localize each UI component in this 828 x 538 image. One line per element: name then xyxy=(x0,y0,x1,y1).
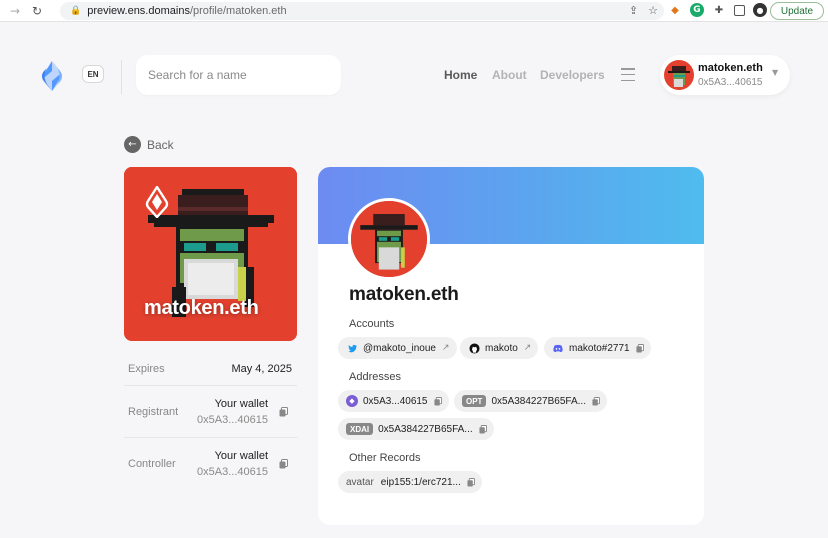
address-chip-xdai[interactable]: XDAI 0x5A384227B65FA... xyxy=(338,418,494,440)
address-chip-eth[interactable]: ◆ 0x5A3...40615 xyxy=(338,390,449,412)
account-chip-twitter[interactable]: @makoto_inoue ↗ xyxy=(338,337,457,359)
browser-toolbar: ← → ↻ 🔒 preview.ens.domains/profile/mato… xyxy=(0,0,828,150)
discord-icon xyxy=(552,342,564,354)
name-nft-card: matoken.eth xyxy=(124,167,297,341)
other-records-title: Other Records xyxy=(349,452,421,464)
controller-address: 0x5A3...40615 xyxy=(197,466,268,478)
copy-icon xyxy=(479,424,487,433)
browser-update-button[interactable]: Update xyxy=(770,2,824,20)
search-input[interactable] xyxy=(136,55,341,95)
controller-label: Controller xyxy=(128,458,176,470)
account-avatar xyxy=(664,60,694,90)
expires-value: May 4, 2025 xyxy=(231,363,292,375)
header-divider xyxy=(121,60,122,94)
addresses-title: Addresses xyxy=(349,371,401,383)
copy-icon xyxy=(467,477,475,486)
controller-row: Controller Your wallet 0x5A3...40615 xyxy=(124,438,297,490)
url-host: preview.ens.domains xyxy=(87,5,190,17)
copy-icon xyxy=(592,396,600,405)
menu-hamburger-icon[interactable] xyxy=(621,68,635,81)
address-bar[interactable]: 🔒 preview.ens.domains/profile/matoken.et… xyxy=(60,2,664,20)
eth-address: 0x5A3...40615 xyxy=(363,395,428,407)
extensions-puzzle-icon[interactable]: ✚ xyxy=(712,3,726,17)
record-key: avatar xyxy=(346,476,374,488)
nav-home-link[interactable]: Home xyxy=(444,68,477,82)
browser-forward-icon[interactable]: → xyxy=(8,4,22,18)
copy-icon[interactable] xyxy=(279,407,288,417)
external-link-icon: ↗ xyxy=(441,343,450,353)
name-details-list: Expires May 4, 2025 Registrant Your wall… xyxy=(124,350,297,490)
back-button[interactable]: ← Back xyxy=(124,136,174,153)
profile-name: matoken.eth xyxy=(349,284,459,305)
account-name: matoken.eth xyxy=(698,62,763,74)
profile-card: matoken.eth Accounts @makoto_inoue ↗ mak… xyxy=(318,167,704,525)
account-chip-discord[interactable]: makoto#2771 xyxy=(544,337,651,359)
registrant-wallet-label: Your wallet xyxy=(214,398,268,410)
back-label: Back xyxy=(147,137,174,152)
expires-row: Expires May 4, 2025 xyxy=(124,350,297,386)
nav-about-link[interactable]: About xyxy=(492,68,527,82)
record-chip-avatar[interactable]: avatar eip155:1/erc721... xyxy=(338,471,482,493)
copy-icon[interactable] xyxy=(279,459,288,469)
chevron-down-icon: ▼ xyxy=(772,68,779,77)
registrant-label: Registrant xyxy=(128,406,179,418)
ens-badge-icon xyxy=(145,186,169,218)
nav-developers-link[interactable]: Developers xyxy=(540,68,605,82)
profile-avatar xyxy=(348,198,430,280)
twitter-handle: @makoto_inoue xyxy=(363,342,436,354)
twitter-icon xyxy=(346,342,358,354)
expires-label: Expires xyxy=(128,363,165,375)
copy-icon xyxy=(636,343,644,352)
accounts-title: Accounts xyxy=(349,318,395,330)
url-path: /profile/matoken.eth xyxy=(189,5,287,17)
copy-icon xyxy=(433,396,442,405)
metamask-extension-icon[interactable]: ◆ xyxy=(668,3,682,17)
share-icon[interactable]: ⇪ xyxy=(629,4,638,17)
browser-profile-avatar[interactable]: ● xyxy=(753,3,767,17)
arrow-left-icon: ← xyxy=(124,136,141,153)
account-chip-github[interactable]: makoto ↗ xyxy=(460,337,539,359)
github-icon xyxy=(468,342,480,354)
xdai-address: 0x5A384227B65FA... xyxy=(378,423,473,435)
github-handle: makoto xyxy=(485,342,518,354)
registrant-address: 0x5A3...40615 xyxy=(197,414,268,426)
ens-logo-icon[interactable] xyxy=(38,60,66,92)
language-selector[interactable]: EN xyxy=(82,65,104,83)
ethereum-icon: ◆ xyxy=(346,395,358,407)
browser-reload-icon[interactable]: ↻ xyxy=(30,4,44,18)
address-chip-opt[interactable]: OPT 0x5A384227B65FA... xyxy=(454,390,607,412)
registrant-row: Registrant Your wallet 0x5A3...40615 xyxy=(124,386,297,438)
external-link-icon: ↗ xyxy=(523,343,532,353)
opt-address: 0x5A384227B65FA... xyxy=(491,395,586,407)
lock-icon: 🔒 xyxy=(70,6,82,16)
controller-wallet-label: Your wallet xyxy=(214,450,268,462)
account-address: 0x5A3...40615 xyxy=(698,77,763,88)
opt-coin-tag: OPT xyxy=(462,395,487,407)
account-menu-button[interactable]: matoken.eth 0x5A3...40615 ▼ xyxy=(660,55,790,95)
xdai-coin-tag: XDAI xyxy=(346,423,374,435)
nft-name-label: matoken.eth xyxy=(144,297,259,319)
grammarly-extension-icon[interactable]: G xyxy=(690,3,704,17)
record-value: eip155:1/erc721... xyxy=(380,476,461,488)
side-panel-icon[interactable] xyxy=(734,4,745,16)
discord-handle: makoto#2771 xyxy=(569,342,630,354)
bookmark-star-icon[interactable]: ☆ xyxy=(648,4,658,17)
